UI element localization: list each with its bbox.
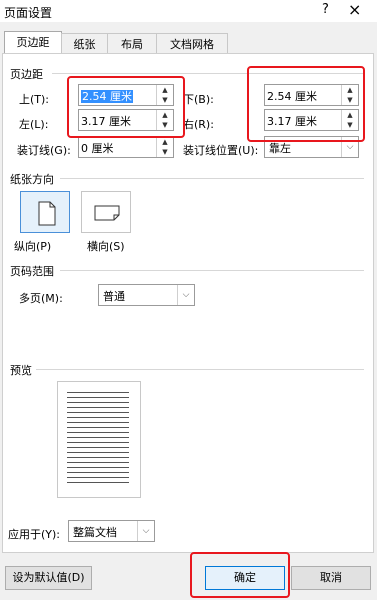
cancel-button[interactable]: 取消 xyxy=(291,566,371,590)
tab-layout[interactable]: 布局 xyxy=(107,33,157,54)
pages-heading: 页码范围 xyxy=(10,265,54,278)
left-margin-label: 左(L): xyxy=(19,118,49,131)
tab-paper[interactable]: 纸张 xyxy=(61,33,108,54)
preview-heading: 预览 xyxy=(10,364,32,377)
close-icon[interactable]: × xyxy=(348,0,361,19)
divider xyxy=(60,270,364,271)
highlight-box-left xyxy=(67,76,185,138)
landscape-option[interactable] xyxy=(81,191,131,233)
divider xyxy=(60,178,364,179)
apply-to-select[interactable]: 整篇文档 ⌵ xyxy=(68,520,155,542)
gutter-value: 0 厘米 xyxy=(81,142,114,155)
gutter-position-label: 装订线位置(U): xyxy=(183,144,259,157)
highlight-box-right xyxy=(247,66,365,142)
multi-page-select[interactable]: 普通 ⌵ xyxy=(98,284,195,306)
landscape-label[interactable]: 横向(S) xyxy=(87,238,125,254)
preview-text-lines xyxy=(67,392,129,488)
tab-margins[interactable]: 页边距 xyxy=(4,31,62,54)
landscape-icon xyxy=(94,205,120,221)
multi-page-label: 多页(M): xyxy=(19,292,63,305)
chevron-down-icon[interactable]: ⌵ xyxy=(137,521,154,541)
dialog-title: 页面设置 xyxy=(4,6,53,20)
set-default-button[interactable]: 设为默认值(D) xyxy=(5,566,92,590)
apply-to-label: 应用于(Y): xyxy=(8,528,61,541)
gutter-label: 装订线(G): xyxy=(17,144,71,157)
gutter-spinner[interactable]: 0 厘米 ▲ ▼ xyxy=(78,136,174,158)
right-margin-label: 右(R): xyxy=(183,118,214,131)
divider xyxy=(36,369,364,370)
margins-heading: 页边距 xyxy=(10,68,43,81)
tab-docgrid[interactable]: 文档网格 xyxy=(156,33,228,54)
spin-down-icon[interactable]: ▼ xyxy=(157,147,173,157)
title-bar xyxy=(0,0,377,22)
top-margin-label: 上(T): xyxy=(19,93,50,106)
chevron-down-icon[interactable]: ⌵ xyxy=(177,285,194,305)
bottom-margin-label: 下(B): xyxy=(183,93,214,106)
multi-page-value: 普通 xyxy=(103,290,125,303)
portrait-icon xyxy=(38,201,56,226)
gutter-position-value: 靠左 xyxy=(269,142,291,155)
portrait-label[interactable]: 纵向(P) xyxy=(14,238,51,254)
apply-to-value: 整篇文档 xyxy=(73,526,117,539)
help-icon[interactable]: ? xyxy=(322,2,329,17)
portrait-option[interactable] xyxy=(20,191,70,233)
spin-up-icon[interactable]: ▲ xyxy=(157,137,173,147)
highlight-box-ok xyxy=(190,552,290,598)
orientation-heading: 纸张方向 xyxy=(10,173,54,186)
